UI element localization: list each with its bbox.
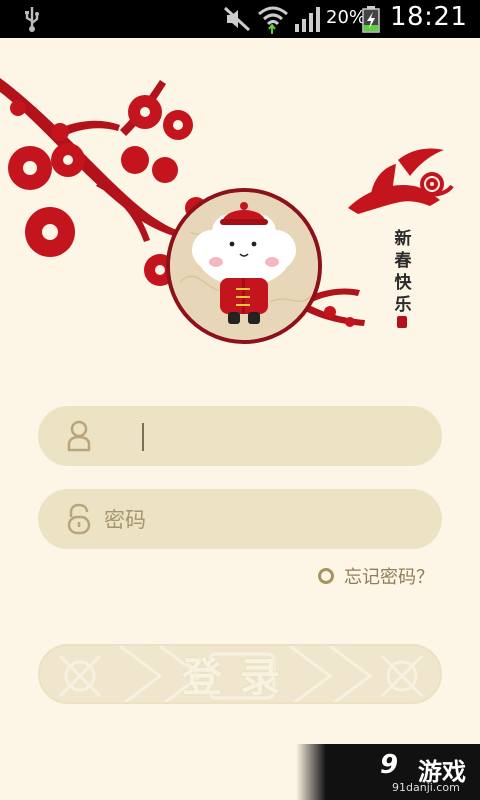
watermark-logo: 9 (380, 750, 399, 780)
status-clock: 18:21 (390, 2, 468, 32)
password-input[interactable] (102, 499, 426, 541)
watermark-url: 91danji.com (392, 781, 460, 794)
forgot-password-label: 忘记密码？ (344, 567, 434, 588)
status-bar: 20% 18:21 (0, 0, 480, 38)
seal-stamp-icon (397, 316, 407, 328)
login-button[interactable]: 登录 (38, 644, 442, 704)
greeting-char: 快 (394, 273, 412, 293)
greeting-vertical-text: 新 春 快 乐 (390, 228, 416, 316)
usb-icon (25, 7, 39, 32)
battery-charging-icon (362, 6, 380, 33)
greeting-char: 乐 (394, 295, 412, 315)
lock-icon (67, 503, 91, 535)
forgot-password-link[interactable]: 忘记密码？ (318, 564, 434, 588)
greeting-char: 新 (394, 229, 412, 249)
mascot-icon (170, 192, 318, 340)
greeting-char: 春 (394, 251, 412, 271)
signal-icon (295, 7, 320, 32)
username-field[interactable] (38, 406, 442, 466)
user-icon (67, 420, 91, 452)
cloud-swirl-icon (414, 172, 454, 197)
login-button-label: 登录 (182, 655, 298, 701)
battery-percent: 20% (326, 7, 367, 28)
username-input[interactable] (102, 416, 426, 458)
forgot-radio-icon[interactable] (318, 568, 334, 584)
mute-icon (223, 6, 251, 32)
password-field[interactable] (38, 489, 442, 549)
avatar (166, 188, 322, 344)
wifi-icon (258, 6, 288, 34)
